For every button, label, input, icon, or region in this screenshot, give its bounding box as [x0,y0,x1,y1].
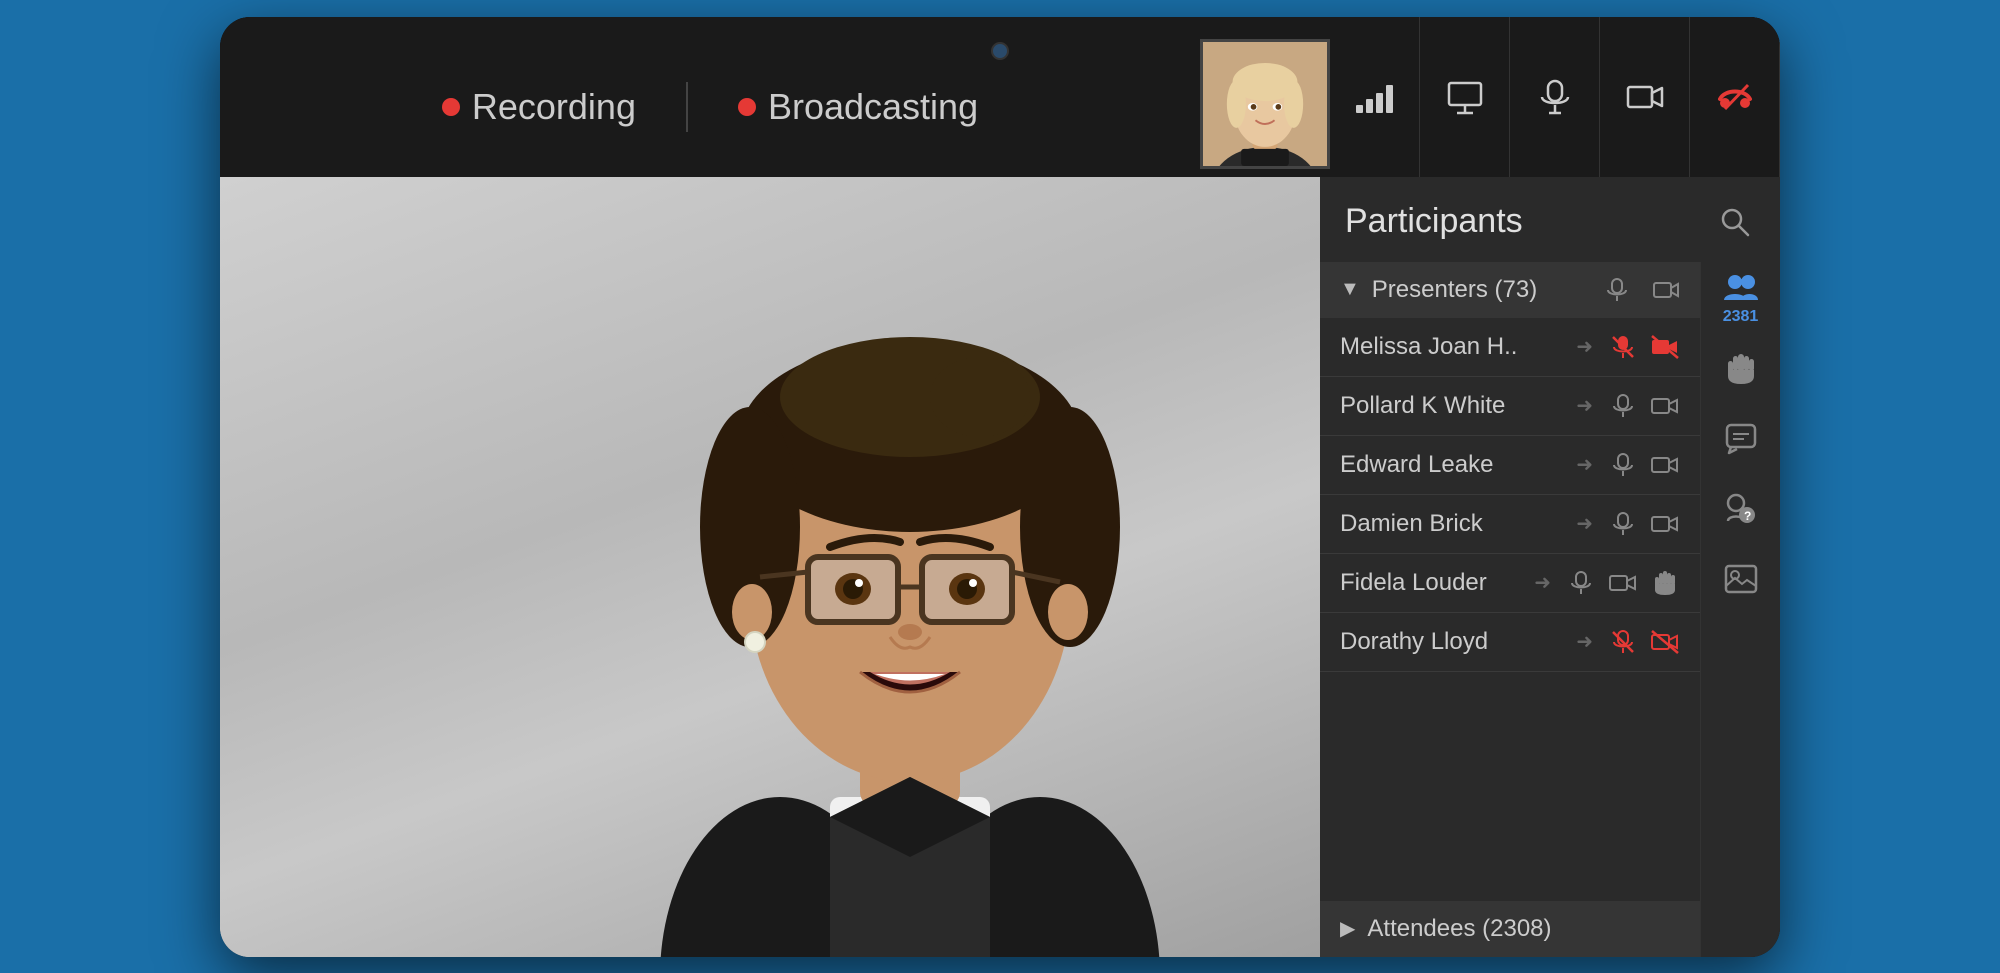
pin-icon: ➜ [1576,393,1593,418]
participants-icon [1723,272,1759,304]
recording-dot [442,98,460,116]
participant-name: Damien Brick [1340,510,1576,538]
pin-icon: ➜ [1576,334,1593,359]
cam-icon[interactable] [1608,568,1638,598]
presenters-chevron-icon: ▼ [1340,278,1360,301]
pin-icon: ➜ [1576,511,1593,536]
status-divider [686,82,688,132]
panel-with-icons: ▼ Presenters (73) [1320,262,1780,957]
participant-row: Pollard K White ➜ [1320,377,1700,436]
mic-icon[interactable] [1608,509,1638,539]
video-area [220,177,1320,957]
right-panel: Participants ▼ Presenters (73) [1320,177,1780,957]
search-button[interactable] [1710,197,1760,247]
raise-hand-icon [1650,568,1680,598]
device-frame: Recording Broadcasting [220,17,1780,957]
camera-indicator [991,42,1009,60]
cam-icon[interactable] [1650,509,1680,539]
participants-side-button[interactable]: 2381 [1711,272,1771,327]
raise-hand-side-icon [1727,353,1755,385]
chat-button[interactable] [1711,412,1771,467]
cam-icon[interactable] [1650,450,1680,480]
side-icons: 2381 [1700,262,1780,957]
attendees-label: Attendees (2308) [1367,915,1551,943]
raise-hand-button[interactable] [1711,342,1771,397]
broadcasting-status: Broadcasting [698,86,1018,128]
mic-muted-icon[interactable] [1608,627,1638,657]
q-and-a-button[interactable]: ? [1711,482,1771,537]
pin-icon: ➜ [1534,570,1551,595]
mic-icon[interactable] [1566,568,1596,598]
participant-row: Damien Brick ➜ [1320,495,1700,554]
participant-name: Pollard K White [1340,392,1576,420]
broadcasting-dot [738,98,756,116]
participant-icons [1608,627,1680,657]
signal-bars-icon [1356,81,1393,113]
participant-icons [1608,450,1680,480]
participant-row: Melissa Joan H.. ➜ [1320,318,1700,377]
participant-icons [1608,332,1680,362]
signal-button[interactable] [1330,17,1420,177]
presenter-avatar[interactable] [1200,39,1330,169]
cam-icon[interactable] [1650,391,1680,421]
participant-row: Fidela Louder ➜ [1320,554,1700,613]
mic-muted-icon[interactable] [1608,332,1638,362]
cam-muted-icon[interactable] [1650,627,1680,657]
content-button[interactable] [1711,552,1771,607]
attendees-section-header[interactable]: ▶ Attendees (2308) [1320,901,1700,957]
main-content: Participants ▼ Presenters (73) [220,177,1780,957]
participants-header: Participants [1320,177,1780,262]
top-bar: Recording Broadcasting [220,17,1780,177]
panel-list: ▼ Presenters (73) [1320,262,1700,957]
participant-name: Melissa Joan H.. [1340,333,1576,361]
search-icon [1719,206,1751,238]
toolbar [1200,17,1780,177]
participant-name: Edward Leake [1340,451,1576,479]
device-inner: Recording Broadcasting [220,17,1780,957]
q-and-a-icon: ? [1725,493,1757,525]
screen-share-icon [1445,77,1485,117]
content-icon [1724,564,1758,594]
cam-header-icon [1652,277,1680,303]
camera-button[interactable] [1600,17,1690,177]
toolbar-icons [1330,17,1780,177]
pin-icon: ➜ [1576,452,1593,477]
mic-header-icon [1604,277,1630,303]
microphone-button[interactable] [1510,17,1600,177]
screen-share-button[interactable] [1420,17,1510,177]
participant-row: Edward Leake ➜ [1320,436,1700,495]
recording-label: Recording [472,86,636,128]
participant-name: Dorathy Lloyd [1340,628,1576,656]
camera-icon [1625,77,1665,117]
participant-icons [1608,391,1680,421]
recording-status: Recording [402,86,676,128]
mic-icon[interactable] [1608,450,1638,480]
chat-icon [1725,423,1757,455]
presenters-section-header[interactable]: ▼ Presenters (73) [1320,262,1700,318]
participant-icons [1608,509,1680,539]
participant-icons [1566,568,1680,598]
attendees-chevron-icon: ▶ [1340,916,1355,941]
broadcasting-label: Broadcasting [768,86,978,128]
end-call-button[interactable] [1690,17,1780,177]
participants-count: 2381 [1723,308,1759,326]
presenters-label: Presenters (73) [1372,276,1592,304]
participants-title: Participants [1345,202,1710,241]
status-bar-content: Recording Broadcasting [220,62,1200,132]
speaker-video [560,197,1260,957]
participant-name: Fidela Louder [1340,569,1534,597]
cam-muted-icon[interactable] [1650,332,1680,362]
participant-row: Dorathy Lloyd ➜ [1320,613,1700,672]
pin-icon: ➜ [1576,629,1593,654]
video-background [220,177,1320,957]
microphone-icon [1535,77,1575,117]
mic-icon[interactable] [1608,391,1638,421]
end-call-icon [1715,77,1755,117]
